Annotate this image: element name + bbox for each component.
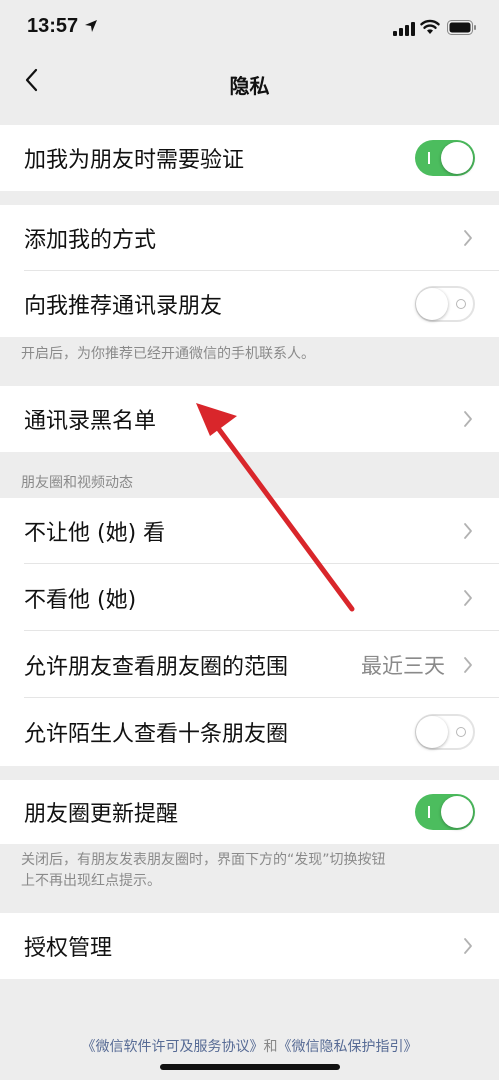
chevron-right-icon xyxy=(464,589,472,606)
toggle-on-mark-icon xyxy=(428,152,430,164)
moments-range-value: 最近三天 xyxy=(361,653,445,678)
toggle-knob xyxy=(441,796,473,828)
chevron-right-icon xyxy=(464,523,472,539)
chevron-right-icon xyxy=(464,230,472,246)
row-label: 允许陌生人查看十条朋友圈 xyxy=(24,722,289,747)
toggle-knob xyxy=(416,288,448,320)
row-label: 授权管理 xyxy=(24,936,113,961)
chevron-right-icon xyxy=(464,938,472,954)
row-authorization-management[interactable]: 授权管理 xyxy=(0,913,499,979)
row-require-verification: 加我为朋友时需要验证 xyxy=(0,125,499,191)
row-label: 向我推荐通讯录朋友 xyxy=(24,294,223,319)
toggle-off-mark-icon xyxy=(456,299,466,309)
row-recommend-contacts: 向我推荐通讯录朋友 xyxy=(0,271,499,337)
stranger-ten-posts-toggle[interactable] xyxy=(415,714,475,750)
privacy-guide-link[interactable]: 《微信隐私保护指引》 xyxy=(278,1039,418,1055)
row-label: 不让他 (她) 看 xyxy=(24,521,166,546)
toggle-on-mark-icon xyxy=(428,806,430,818)
toggle-knob xyxy=(416,716,448,748)
row-contacts-blacklist[interactable]: 通讯录黑名单 xyxy=(0,386,499,452)
moments-update-hint: 关闭后，有朋友发表朋友圈时，界面下方的“发现”切换按钮 上不再出现红点提示。 xyxy=(21,850,386,892)
license-agreement-link[interactable]: 《微信软件许可及服务协议》 xyxy=(82,1039,264,1055)
row-add-methods[interactable]: 添加我的方式 xyxy=(0,205,499,271)
hint-line: 关闭后，有朋友发表朋友圈时，界面下方的“发现”切换按钮 xyxy=(21,852,386,868)
home-indicator xyxy=(160,1064,340,1070)
row-label: 加我为朋友时需要验证 xyxy=(24,148,245,173)
hint-line: 上不再出现红点提示。 xyxy=(21,873,161,889)
battery-icon xyxy=(447,20,476,35)
row-hide-my-posts[interactable]: 不让他 (她) 看 xyxy=(0,498,499,564)
footer-links: 《微信软件许可及服务协议》和《微信隐私保护指引》 xyxy=(0,1036,499,1056)
wifi-icon xyxy=(420,19,440,34)
chevron-right-icon xyxy=(464,656,472,673)
toggle-off-mark-icon xyxy=(456,727,466,737)
row-label: 朋友圈更新提醒 xyxy=(24,802,179,827)
location-arrow-icon xyxy=(85,20,97,32)
row-moments-update-reminder: 朋友圈更新提醒 xyxy=(0,780,499,844)
chevron-right-icon xyxy=(464,411,472,427)
status-bar: 13:57 xyxy=(0,0,499,58)
moments-update-toggle[interactable] xyxy=(415,794,475,830)
nav-bar: 隐私 xyxy=(0,58,499,112)
recommend-contacts-toggle[interactable] xyxy=(415,286,475,322)
moments-section-header: 朋友圈和视频动态 xyxy=(21,475,133,491)
row-label: 通讯录黑名单 xyxy=(24,409,157,434)
row-label: 允许朋友查看朋友圈的范围 xyxy=(24,654,289,680)
row-stranger-ten-posts: 允许陌生人查看十条朋友圈 xyxy=(0,698,499,766)
page-title: 隐私 xyxy=(229,74,270,98)
verification-toggle[interactable] xyxy=(415,140,475,176)
row-label: 不看他 (她) xyxy=(24,587,137,613)
footer-and: 和 xyxy=(263,1039,278,1055)
row-moments-range[interactable]: 允许朋友查看朋友圈的范围 最近三天 xyxy=(0,631,499,698)
row-label: 添加我的方式 xyxy=(24,228,157,253)
row-hide-their-posts[interactable]: 不看他 (她) xyxy=(0,564,499,631)
toggle-knob xyxy=(441,142,473,174)
cellular-signal-icon xyxy=(393,22,415,36)
recommend-hint: 开启后，为你推荐已经开通微信的手机联系人。 xyxy=(21,346,315,362)
status-time: 13:57 xyxy=(27,15,79,37)
